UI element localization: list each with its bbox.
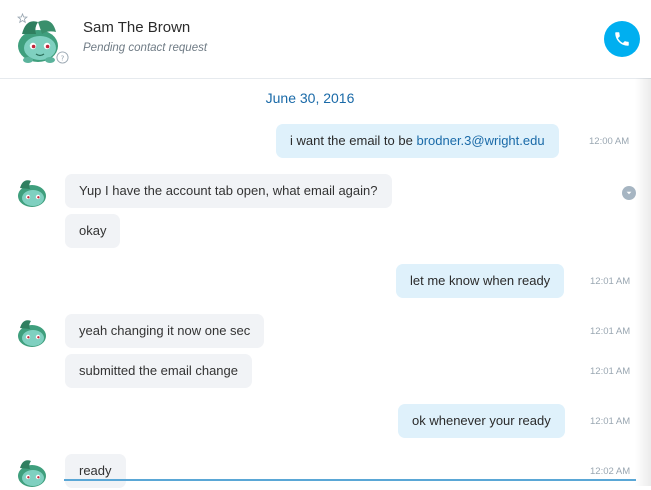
message-row: submitted the email change 12:01 AM bbox=[0, 354, 640, 388]
message-timestamp: 12:01 AM bbox=[590, 416, 631, 427]
email-link[interactable]: brodner.3@wright.edu bbox=[416, 133, 544, 148]
star-icon[interactable] bbox=[17, 13, 28, 24]
message-text: i want the email to be bbox=[290, 133, 417, 148]
message-options-button[interactable] bbox=[622, 186, 636, 200]
svg-text:?: ? bbox=[61, 53, 65, 62]
message-row: okay bbox=[0, 214, 640, 248]
date-separator: June 30, 2016 bbox=[265, 90, 355, 106]
message-text: let me know when ready bbox=[410, 273, 551, 288]
compose-focus-line bbox=[64, 479, 636, 481]
message-row: ok whenever your ready 12:01 AM bbox=[0, 404, 640, 438]
contact-name[interactable]: Sam The Brown bbox=[83, 19, 190, 36]
message-timestamp: 12:00 AM bbox=[589, 136, 630, 147]
message-bubble-incoming[interactable]: yeah changing it now one sec bbox=[65, 314, 265, 348]
message-timestamp: 12:01 AM bbox=[590, 276, 631, 287]
message-row: Yup I have the account tab open, what em… bbox=[0, 174, 640, 208]
message-text: submitted the email change bbox=[79, 363, 238, 378]
contact-status: Pending contact request bbox=[83, 42, 208, 54]
message-text: Yup I have the account tab open, what em… bbox=[79, 183, 378, 198]
phone-icon bbox=[615, 32, 629, 46]
chevron-down-icon bbox=[626, 191, 632, 195]
message-bubble-outgoing[interactable]: let me know when ready bbox=[396, 264, 565, 298]
message-text: ready bbox=[79, 463, 112, 478]
message-bubble-incoming[interactable]: submitted the email change bbox=[65, 354, 252, 388]
message-bubble-outgoing[interactable]: i want the email to be brodner.3@wright.… bbox=[276, 124, 559, 158]
message-timestamp: 12:02 AM bbox=[590, 466, 631, 477]
message-bubble-incoming[interactable]: Yup I have the account tab open, what em… bbox=[65, 174, 392, 208]
message-row: let me know when ready 12:01 AM bbox=[0, 264, 640, 298]
message-timestamp: 12:01 AM bbox=[590, 366, 631, 377]
message-row: yeah changing it now one sec 12:01 AM bbox=[0, 314, 640, 348]
message-bubble-outgoing[interactable]: ok whenever your ready bbox=[398, 404, 565, 438]
message-text: okay bbox=[79, 223, 107, 238]
conversation-header: ? Sam The Brown Pending contact request bbox=[0, 0, 651, 79]
message-row: i want the email to be brodner.3@wright.… bbox=[0, 124, 640, 158]
message-text: yeah changing it now one sec bbox=[79, 323, 251, 338]
question-icon: ? bbox=[56, 51, 69, 64]
message-row: ready 12:02 AM bbox=[0, 454, 640, 488]
message-timestamp: 12:01 AM bbox=[590, 326, 631, 337]
message-bubble-incoming[interactable]: ready bbox=[65, 454, 126, 488]
scroll-shadow bbox=[635, 78, 651, 486]
call-button[interactable] bbox=[604, 21, 640, 57]
message-bubble-incoming[interactable]: okay bbox=[65, 214, 121, 248]
message-text: ok whenever your ready bbox=[412, 413, 551, 428]
